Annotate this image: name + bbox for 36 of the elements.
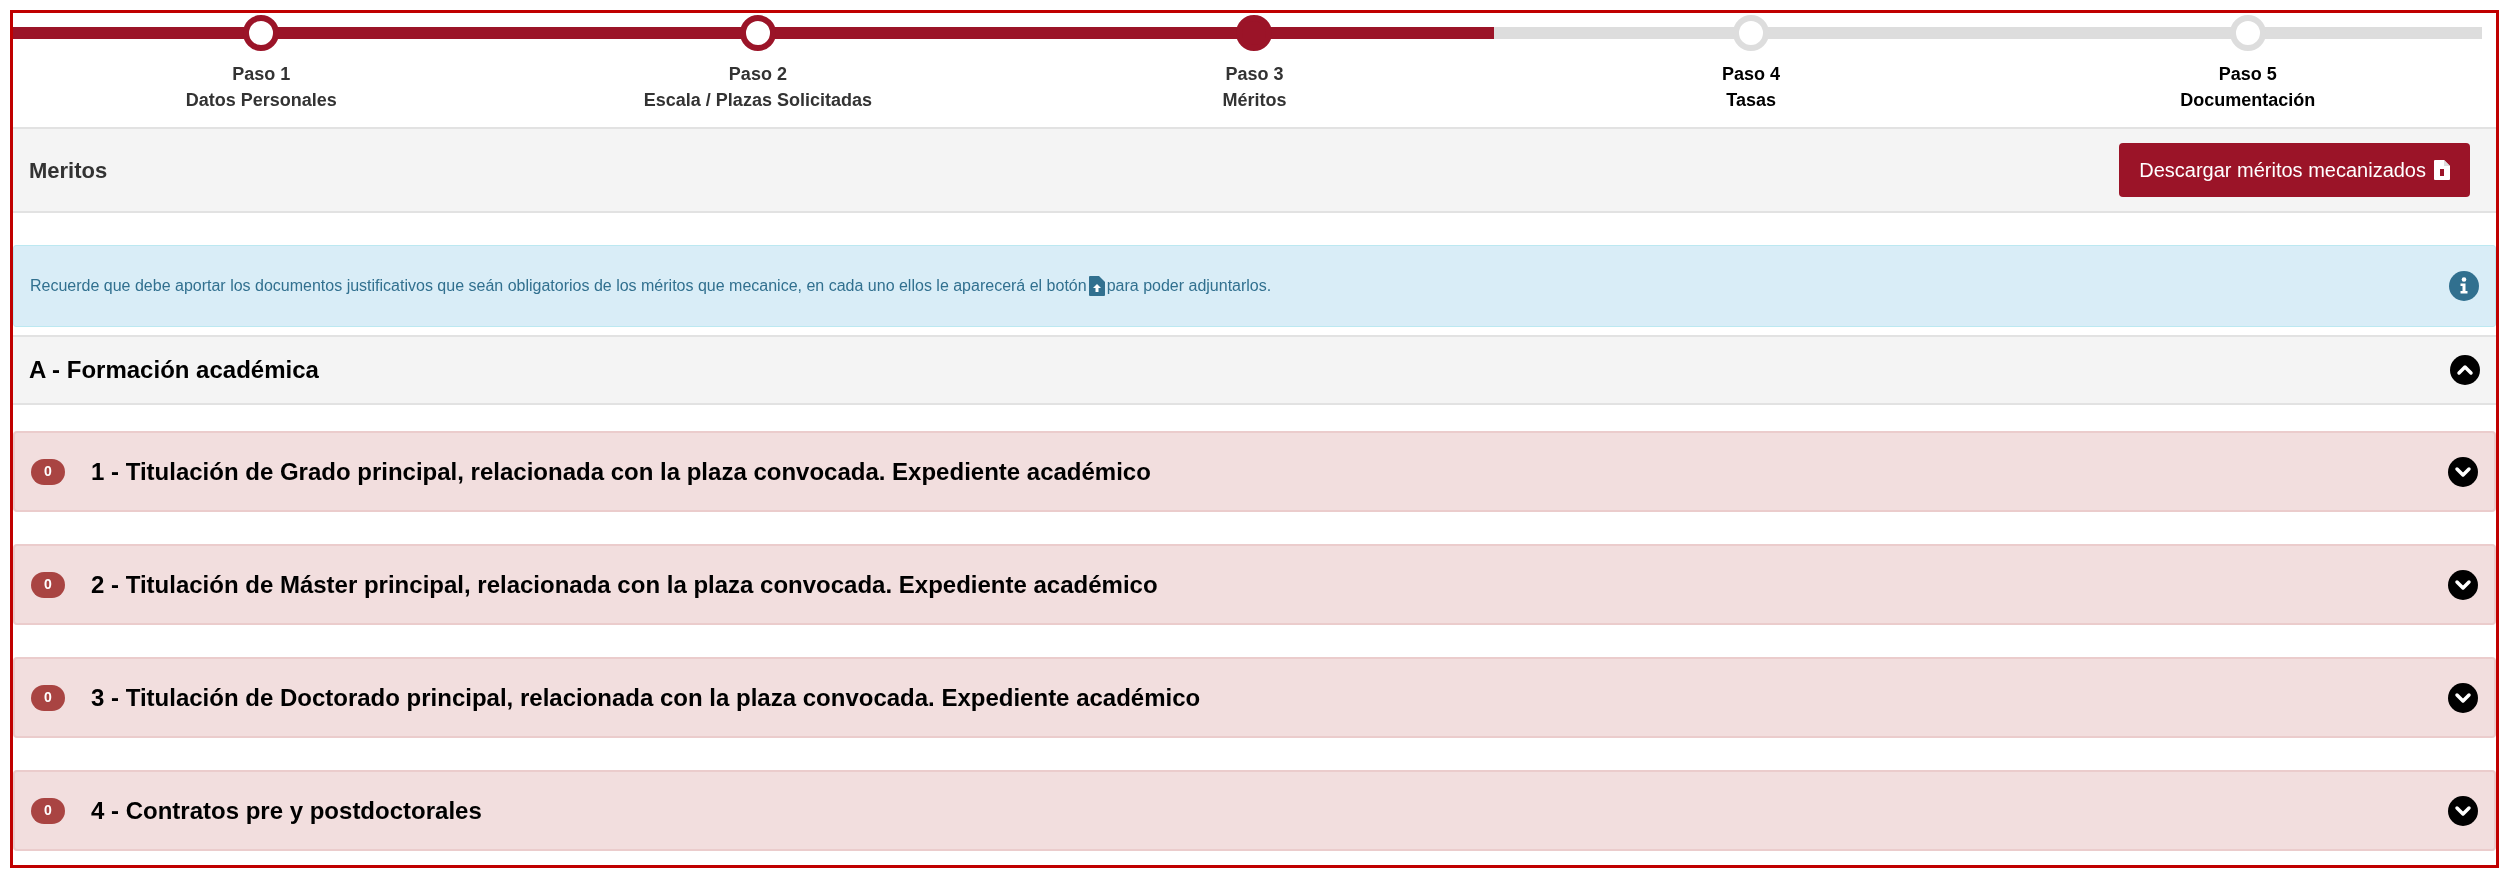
- merit-item[interactable]: 0 4 - Contratos pre y postdoctorales: [13, 770, 2496, 851]
- step-number: Paso 3: [1225, 63, 1284, 86]
- alert-text: Recuerde que debe aportar los documentos justificativos que seán obligatorios de los méritos que mecanice, en cada uno ellos le aparecerá el botón: [30, 276, 1087, 296]
- count-badge: 0: [31, 797, 65, 824]
- step-number: Paso 1: [232, 63, 291, 86]
- step-name: Documentación: [2180, 89, 2316, 112]
- step-number: Paso 5: [2218, 63, 2277, 86]
- count-badge: 0: [31, 571, 65, 598]
- file-icon: [2434, 160, 2450, 180]
- expand-icon[interactable]: [2448, 682, 2478, 713]
- step-number: Paso 2: [728, 63, 787, 86]
- step-name: Escala / Plazas Solicitadas: [643, 89, 872, 112]
- step-name: Datos Personales: [185, 89, 337, 112]
- step-name: Tasas: [1726, 89, 1776, 112]
- alert-text: para poder adjuntarlos.: [1106, 276, 1272, 296]
- count-badge: 0: [31, 684, 65, 711]
- page-title: Meritos: [29, 156, 108, 185]
- expand-icon[interactable]: [2448, 795, 2478, 826]
- collapse-icon[interactable]: [2450, 355, 2480, 385]
- download-button[interactable]: Descargar méritos mecanizados: [2119, 143, 2470, 197]
- info-icon: [2449, 271, 2479, 301]
- merit-title: 1 - Titulación de Grado principal, relacionada con la plaza convocada. Expediente académico: [91, 456, 1151, 487]
- merit-item[interactable]: 0 2 - Titulación de Máster principal, relacionada con la plaza convocada. Expediente académico: [13, 544, 2496, 625]
- upload-file-icon: [1088, 276, 1105, 296]
- expand-icon[interactable]: [2448, 456, 2478, 487]
- count-badge: 0: [31, 458, 65, 485]
- merit-item[interactable]: 0 1 - Titulación de Grado principal, relacionada con la plaza convocada. Expediente académico: [13, 431, 2496, 512]
- step-name: Méritos: [1222, 89, 1287, 112]
- category-title: A - Formación académica: [29, 355, 319, 385]
- category-header[interactable]: A - Formación académica: [13, 335, 2496, 405]
- merit-title: 2 - Titulación de Máster principal, relacionada con la plaza convocada. Expediente académico: [91, 569, 1158, 600]
- merit-title: 3 - Titulación de Doctorado principal, relacionada con la plaza convocada. Expediente académico: [91, 682, 1201, 713]
- step-number: Paso 4: [1722, 63, 1781, 86]
- merit-item[interactable]: 0 3 - Titulación de Doctorado principal, relacionada con la plaza convocada. Expediente académico: [13, 657, 2496, 738]
- expand-icon[interactable]: [2448, 569, 2478, 600]
- merit-title: 4 - Contratos pre y postdoctorales: [91, 795, 482, 826]
